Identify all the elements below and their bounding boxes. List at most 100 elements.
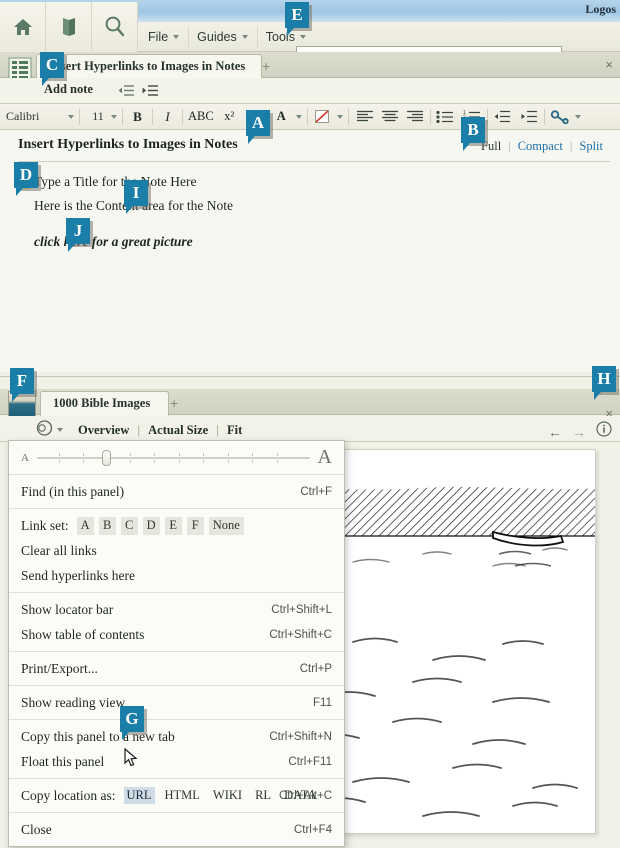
font-size-select[interactable]: 11 xyxy=(85,109,111,124)
menu-item-label: Link set: xyxy=(21,518,69,534)
menu-item-link-set[interactable]: Link set: A B C D E F None xyxy=(9,513,344,538)
callout-badge-g: G xyxy=(120,706,146,736)
nav-forward-icon[interactable]: → xyxy=(572,424,586,440)
link-set-c[interactable]: C xyxy=(121,517,138,535)
close-icon[interactable]: × xyxy=(605,57,613,72)
callout-badge-b: B xyxy=(461,117,487,147)
text-color-button[interactable]: A xyxy=(272,107,291,127)
search-button[interactable] xyxy=(92,2,138,52)
slider-thumb[interactable] xyxy=(102,450,111,466)
image-tab[interactable]: 1000 Bible Images xyxy=(40,391,169,416)
menu-item-label: Send hyperlinks here xyxy=(21,568,135,584)
palette-icon[interactable] xyxy=(36,420,53,440)
menu-item-label: Copy location as: xyxy=(21,788,116,804)
menu-file[interactable]: File xyxy=(140,26,189,48)
menu-file-label: File xyxy=(148,30,168,44)
indent-icon[interactable] xyxy=(142,84,159,102)
view-mode-split[interactable]: Split xyxy=(572,139,610,154)
menu-item-find[interactable]: Find (in this panel) Ctrl+F xyxy=(9,479,344,504)
view-overview-button[interactable]: Overview xyxy=(70,423,137,438)
menu-group-display: Show locator bar Ctrl+Shift+L Show table… xyxy=(9,593,344,652)
library-button[interactable] xyxy=(46,2,92,52)
chevron-down-icon[interactable] xyxy=(337,115,343,119)
chevron-down-icon[interactable] xyxy=(68,115,74,119)
callout-badge-h: H xyxy=(592,366,618,396)
copy-location-wiki[interactable]: WIKI xyxy=(210,787,245,804)
chevron-down-icon xyxy=(173,35,179,39)
menu-item-copy-location-as[interactable]: Copy location as: URL HTML WIKI RL DATA … xyxy=(9,783,344,808)
add-note-button[interactable]: Add note xyxy=(44,82,93,97)
menu-item-accel: Ctrl+Shift+L xyxy=(271,604,332,616)
note-title-text[interactable]: Type a Title for the Note Here xyxy=(34,174,197,190)
view-fit-button[interactable]: Fit xyxy=(219,423,250,438)
menu-item-send-hyperlinks-here[interactable]: Send hyperlinks here xyxy=(9,563,344,588)
view-mode-compact[interactable]: Compact xyxy=(511,139,570,154)
highlight-none-icon[interactable] xyxy=(313,107,332,127)
nav-back-icon[interactable]: ← xyxy=(548,424,562,440)
callout-pointer xyxy=(12,394,19,402)
copy-location-rl[interactable]: RL xyxy=(252,787,274,804)
italic-button[interactable]: I xyxy=(158,107,177,127)
menu-item-copy-panel-new-tab[interactable]: Copy this panel to a new tab Ctrl+Shift+… xyxy=(9,724,344,749)
slider-tick xyxy=(203,453,204,456)
font-size-slider[interactable] xyxy=(37,451,310,465)
slider-tick xyxy=(203,460,204,463)
link-chain-icon[interactable] xyxy=(550,107,570,127)
callout-pointer xyxy=(16,188,23,196)
align-right-icon[interactable] xyxy=(406,107,425,127)
menu-item-show-table-of-contents[interactable]: Show table of contents Ctrl+Shift+C xyxy=(9,622,344,647)
note-hyperlink-text[interactable]: click here for a great picture xyxy=(34,234,193,250)
menu-item-clear-all-links[interactable]: Clear all links xyxy=(9,538,344,563)
strikethrough-button[interactable]: ABC xyxy=(188,107,214,127)
chevron-down-icon[interactable] xyxy=(111,115,117,119)
link-set-a[interactable]: A xyxy=(77,517,94,535)
text-color-label: A xyxy=(277,109,286,124)
menu-item-accel: Ctrl+P xyxy=(300,663,332,675)
chevron-down-icon[interactable] xyxy=(296,115,302,119)
menu-item-show-locator-bar[interactable]: Show locator bar Ctrl+Shift+L xyxy=(9,597,344,622)
link-set-b[interactable]: B xyxy=(99,517,116,535)
outdent-icon[interactable] xyxy=(118,84,135,102)
info-icon[interactable] xyxy=(596,421,612,442)
notes-tab[interactable]: Insert Hyperlinks to Images in Notes xyxy=(36,54,262,79)
copy-location-html[interactable]: HTML xyxy=(162,787,203,804)
menu-guides[interactable]: Guides xyxy=(189,26,258,48)
link-set-e[interactable]: E xyxy=(165,517,182,535)
slider-tick xyxy=(277,453,278,456)
divider xyxy=(348,109,349,125)
bold-button[interactable]: B xyxy=(128,107,147,127)
callout-pointer xyxy=(287,28,294,36)
app-title: Logos xyxy=(585,2,616,17)
panel-context-menu[interactable]: A xyxy=(8,440,345,847)
chevron-down-icon[interactable] xyxy=(575,115,581,119)
bullet-list-icon[interactable] xyxy=(436,107,455,127)
menu-item-print-export[interactable]: Print/Export... Ctrl+P xyxy=(9,656,344,681)
font-size-slider-row[interactable]: A xyxy=(9,441,344,475)
menu-item-label: Float this panel xyxy=(21,754,104,770)
font-family-select[interactable]: Calibri xyxy=(0,109,68,124)
chevron-down-icon[interactable] xyxy=(57,428,63,432)
outdent-icon[interactable] xyxy=(493,107,512,127)
menu-item-accel: Ctrl+Alt+C xyxy=(279,790,332,802)
link-set-none[interactable]: None xyxy=(209,517,244,535)
menu-item-label: Find (in this panel) xyxy=(21,484,124,500)
align-center-icon[interactable] xyxy=(381,107,400,127)
callout-letter: I xyxy=(124,180,148,206)
view-actual-size-button[interactable]: Actual Size xyxy=(140,423,216,438)
home-button[interactable] xyxy=(0,2,46,52)
menu-item-show-reading-view[interactable]: Show reading view F11 xyxy=(9,690,344,715)
superscript-button[interactable]: x² xyxy=(220,107,239,127)
align-left-icon[interactable] xyxy=(356,107,375,127)
link-set-d[interactable]: D xyxy=(143,517,160,535)
slider-tick xyxy=(252,460,253,463)
link-set-f[interactable]: F xyxy=(187,517,204,535)
menu-item-close[interactable]: Close Ctrl+F4 xyxy=(9,817,344,842)
nav-button-group xyxy=(0,2,138,52)
menu-item-accel: Ctrl+F4 xyxy=(294,824,332,836)
indent-icon[interactable] xyxy=(520,107,539,127)
copy-location-url[interactable]: URL xyxy=(124,787,155,804)
note-editor[interactable]: Insert Hyperlinks to Images in Notes Ful… xyxy=(0,130,620,372)
new-tab-button[interactable]: + xyxy=(170,395,178,411)
new-tab-button[interactable]: + xyxy=(262,58,270,74)
menu-item-float-this-panel[interactable]: Float this panel Ctrl+F11 xyxy=(9,749,344,774)
